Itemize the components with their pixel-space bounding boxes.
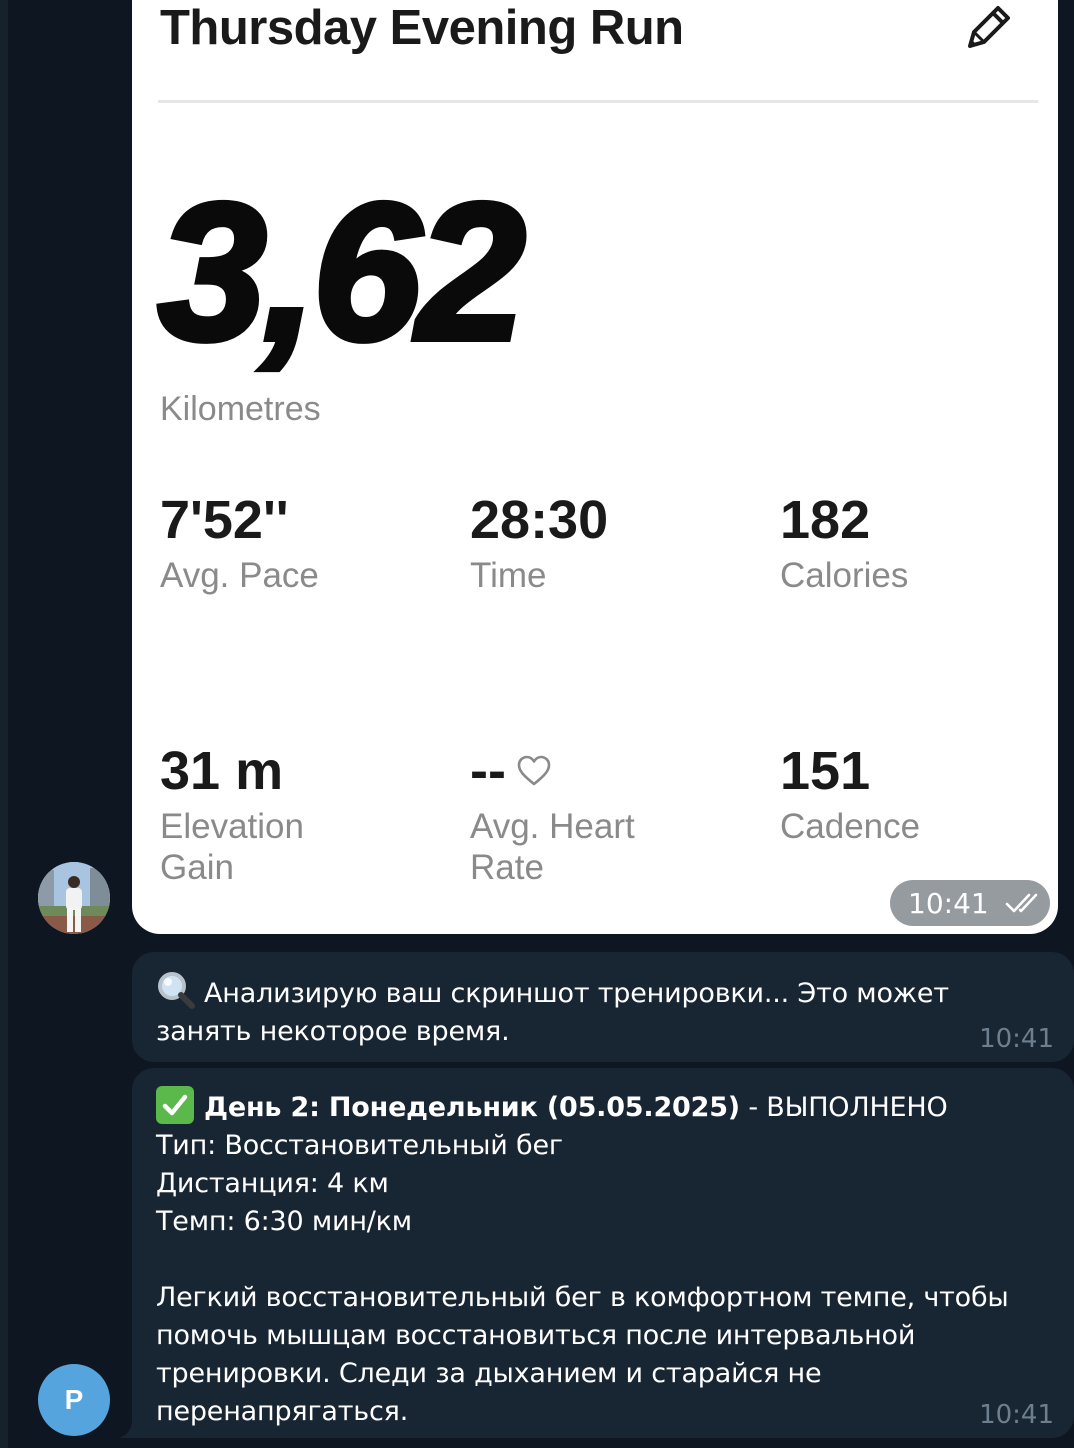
stat-value: 7'52'' <box>160 490 289 550</box>
stat-avg-pace: 7'52'' Avg. Pace <box>160 493 440 596</box>
stat-value: 31 m <box>160 741 284 801</box>
left-panel-edge <box>0 0 8 1448</box>
analyzing-message[interactable]: Анализирую ваш скриншот тренировки... Эт… <box>132 952 1074 1062</box>
plan-status: - ВЫПОЛНЕНО <box>739 1092 948 1123</box>
stat-calories: 182 Calories <box>780 493 1058 596</box>
stat-label: Rate <box>470 848 544 887</box>
message-time: 10:41 <box>979 1400 1054 1430</box>
workout-screenshot-message[interactable]: Thursday Evening Run 3,62 Kilometres 7'5… <box>132 0 1058 934</box>
stat-value-row: -- <box>470 744 750 798</box>
plan-pace: Темп: 6:30 мин/км <box>156 1206 412 1237</box>
run-title: Thursday Evening Run <box>160 1 684 55</box>
bot-avatar[interactable]: P <box>38 1364 110 1436</box>
plan-heading-line: День 2: Понедельник (05.05.2025) - ВЫПОЛ… <box>156 1086 1050 1127</box>
photo-message-time: 10:41 <box>890 880 1050 926</box>
stat-avg-heart-rate: -- Avg. Heart Rate <box>470 744 750 888</box>
stat-label: Cadence <box>780 807 921 846</box>
plan-heading: День 2: Понедельник (05.05.2025) <box>204 1092 740 1123</box>
stat-label: Elevation <box>160 807 304 846</box>
message-time: 10:41 <box>979 1024 1054 1054</box>
pencil-icon <box>960 0 1016 56</box>
stat-label: Time <box>470 556 547 595</box>
stat-elevation-gain: 31 m Elevation Gain <box>160 744 440 888</box>
title-divider <box>158 100 1038 103</box>
stat-label: Calories <box>780 556 909 595</box>
message-time: 10:41 <box>908 886 989 920</box>
plan-description: Легкий восстановительный бег в комфортно… <box>156 1282 1009 1427</box>
stat-label: Avg. Pace <box>160 556 319 595</box>
analyzing-text: Анализирую ваш скриншот тренировки... Эт… <box>156 978 949 1047</box>
stat-value: 182 <box>780 490 871 550</box>
stat-time: 28:30 Time <box>470 493 750 596</box>
stat-label: Avg. Heart <box>470 807 635 846</box>
stat-value: -- <box>470 741 506 801</box>
distance-unit: Kilometres <box>160 390 321 428</box>
heart-outline-icon <box>517 755 551 786</box>
stat-value: 28:30 <box>470 490 609 550</box>
distance-value: 3,62 <box>155 163 529 381</box>
stat-value: 151 <box>780 741 871 801</box>
check-mark-emoji-icon <box>156 1086 194 1124</box>
plan-type: Тип: Восстановительный бег <box>156 1130 563 1161</box>
plan-distance: Дистанция: 4 км <box>156 1168 389 1199</box>
double-check-icon <box>1005 893 1038 913</box>
user-avatar[interactable] <box>38 862 110 934</box>
stat-label: Gain <box>160 848 234 887</box>
training-plan-message[interactable]: День 2: Понедельник (05.05.2025) - ВЫПОЛ… <box>132 1068 1074 1438</box>
stat-cadence: 151 Cadence <box>780 744 1058 847</box>
avatar-letter: P <box>64 1384 84 1415</box>
bubble-tail <box>118 1420 138 1438</box>
magnifier-emoji-icon <box>158 972 195 1009</box>
